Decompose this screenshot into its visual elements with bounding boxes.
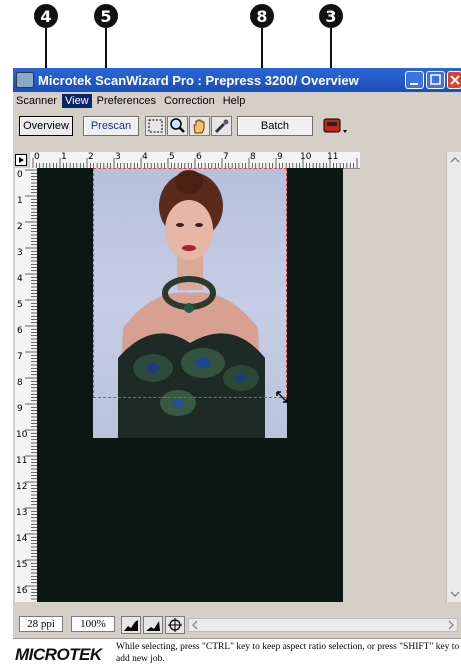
menu-view[interactable]: View <box>61 94 92 108</box>
close-icon <box>450 75 460 85</box>
v-ruler-label: 2 <box>17 222 23 232</box>
v-ruler-label: 15 <box>16 560 28 570</box>
scroll-right-icon[interactable] <box>445 619 457 631</box>
toolbar: Overview Prescan Batch <box>13 112 461 140</box>
title-bar[interactable]: Microtek ScanWizard Pro : Prepress 3200/… <box>13 68 461 92</box>
scroll-left-icon[interactable] <box>189 619 201 631</box>
vertical-ruler: 0 1 2 3 4 5 6 7 8 9 10 11 12 13 14 15 16 <box>15 168 38 602</box>
v-ruler-label: 11 <box>16 456 28 466</box>
v-ruler-label: 9 <box>17 404 23 414</box>
v-ruler-label: 4 <box>17 274 23 284</box>
histogram-button-2[interactable] <box>143 616 163 634</box>
h-ruler-label: 2 <box>88 152 94 162</box>
v-ruler-label: 3 <box>17 248 23 258</box>
microtek-logo: MICROTEK <box>15 645 102 664</box>
curve-icon <box>146 621 160 631</box>
h-ruler-label: 1 <box>61 152 67 162</box>
zoom-field[interactable]: 100% <box>71 616 115 632</box>
h-ruler-label: 9 <box>277 152 283 162</box>
maximize-button[interactable] <box>426 71 445 89</box>
vertical-scrollbar[interactable] <box>446 152 461 602</box>
callout-3: 3 <box>319 4 343 28</box>
h-ruler-label: 6 <box>196 152 202 162</box>
marquee-tool-button[interactable] <box>145 116 166 136</box>
hand-pan-icon <box>193 119 205 134</box>
h-ruler-label: 5 <box>169 152 175 162</box>
resize-cursor-icon <box>276 391 288 403</box>
v-ruler-label: 6 <box>17 326 23 336</box>
selection-marquee[interactable] <box>93 168 287 398</box>
minimize-icon <box>410 83 418 85</box>
histogram-icon <box>124 620 138 631</box>
hand-tool-button[interactable] <box>189 116 210 136</box>
crosshair-target-icon <box>168 618 182 632</box>
v-ruler-label: 7 <box>17 352 23 362</box>
ruler-bar: 0 1 2 3 4 5 6 7 8 9 10 11 <box>13 152 453 169</box>
scan-to-button[interactable] <box>321 116 349 136</box>
callout-4: 4 <box>34 4 58 28</box>
scroll-up-icon[interactable] <box>447 152 461 168</box>
v-ruler-label: 12 <box>16 482 28 492</box>
v-ruler-label: 8 <box>17 378 23 388</box>
horizontal-scrollbar[interactable] <box>188 618 458 632</box>
prescan-button[interactable]: Prescan <box>83 116 139 136</box>
h-ruler-label: 3 <box>115 152 121 162</box>
scanwizard-window: Microtek ScanWizard Pro : Prepress 3200/… <box>12 68 461 671</box>
menu-scanner[interactable]: Scanner <box>13 94 60 108</box>
v-ruler-label: 14 <box>16 534 28 544</box>
v-ruler-label: 5 <box>17 300 23 310</box>
status-bar: MICROTEK While selecting, press "CTRL" k… <box>13 638 461 671</box>
ruler-unit-toggle[interactable] <box>15 154 27 166</box>
callout-8: 8 <box>250 4 274 28</box>
scanner-red-icon <box>323 118 347 133</box>
v-ruler-label: 1 <box>17 196 23 206</box>
window-title: Microtek ScanWizard Pro : Prepress 3200/… <box>38 72 359 88</box>
h-ruler-label: 7 <box>223 152 229 162</box>
eyedropper-tool-button[interactable] <box>211 116 232 136</box>
v-ruler-label: 13 <box>16 508 28 518</box>
h-ruler-label: 0 <box>34 152 40 162</box>
v-ruler-label: 0 <box>17 170 23 180</box>
h-ruler-label: 10 <box>300 152 312 162</box>
maximize-icon <box>430 74 441 85</box>
close-button[interactable] <box>447 71 461 89</box>
h-ruler-label: 11 <box>327 152 339 162</box>
scanner-app-icon <box>16 72 34 88</box>
zoom-tool-button[interactable] <box>167 116 188 136</box>
minimize-button[interactable] <box>405 71 424 89</box>
v-ruler-label: 16 <box>16 586 28 596</box>
callout-5: 5 <box>94 4 118 28</box>
scan-preview-canvas[interactable] <box>37 168 343 602</box>
scroll-down-icon[interactable] <box>447 586 461 602</box>
marquee-select-icon <box>148 119 163 133</box>
menu-bar: Scanner View Preferences Correction Help <box>13 92 461 110</box>
menu-help[interactable]: Help <box>220 94 249 108</box>
status-message: While selecting, press "CTRL" key to kee… <box>116 642 460 664</box>
menu-preferences[interactable]: Preferences <box>94 94 159 108</box>
resolution-field[interactable]: 28 ppi <box>19 616 63 632</box>
v-ruler-label: 10 <box>16 430 28 440</box>
target-button[interactable] <box>165 616 185 634</box>
h-ruler-label: 4 <box>142 152 148 162</box>
horizontal-ruler: 0 1 2 3 4 5 6 7 8 9 10 11 <box>30 152 360 169</box>
menu-correction[interactable]: Correction <box>161 94 218 108</box>
magnifier-icon <box>170 118 185 133</box>
batch-button[interactable]: Batch <box>237 116 313 136</box>
eyedropper-icon <box>214 119 229 134</box>
overview-button[interactable]: Overview <box>19 116 73 136</box>
histogram-button-1[interactable] <box>121 616 141 634</box>
preview-image <box>93 168 287 438</box>
view-controls-row: 28 ppi 100% <box>13 614 461 636</box>
h-ruler-label: 8 <box>250 152 256 162</box>
